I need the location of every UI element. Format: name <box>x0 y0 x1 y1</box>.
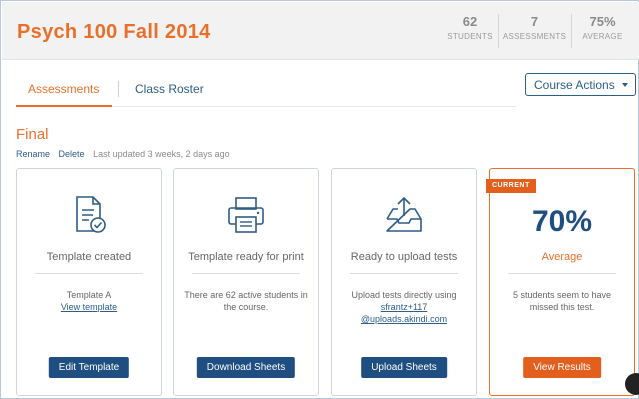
card-status: Template created <box>46 251 132 263</box>
template-name: Template A <box>66 290 112 300</box>
stat-students: 62 STUDENTS <box>444 14 496 48</box>
card-divider <box>35 273 143 274</box>
card-results: CURRENT 70% Average 5 students seem to h… <box>486 168 635 396</box>
card-template-created: Template created Template A View templat… <box>16 168 162 396</box>
card-status: Ready to upload tests <box>350 251 458 263</box>
upload-sheets-button[interactable]: Upload Sheets <box>361 357 447 378</box>
average-label: Average <box>541 251 583 263</box>
card-description: There are 62 active students in the cour… <box>184 290 308 312</box>
course-title: Psych 100 Fall 2014 <box>17 21 211 43</box>
assessment-meta: Rename Delete Last updated 3 weeks, 2 da… <box>16 149 230 159</box>
download-sheets-button[interactable]: Download Sheets <box>196 357 296 378</box>
card-description: Template A View template <box>27 289 151 313</box>
rename-link[interactable]: Rename <box>16 149 50 159</box>
tab-assessments[interactable]: Assessments <box>28 82 99 96</box>
course-actions-label: Course Actions <box>534 77 615 92</box>
view-results-button[interactable]: View Results <box>523 357 601 378</box>
stat-average-value: 75% <box>589 14 616 29</box>
document-check-icon <box>76 196 106 233</box>
app-frame: Psych 100 Fall 2014 62 STUDENTS 7 ASSESS… <box>0 0 639 399</box>
average-percent: 70% <box>531 205 593 238</box>
card-divider <box>350 273 458 274</box>
stat-average: 75% AVERAGE <box>571 14 633 48</box>
upload-instructions: Upload tests directly using <box>351 290 457 300</box>
stat-students-label: STUDENTS <box>447 32 493 41</box>
card-divider <box>508 273 616 274</box>
stat-assessments-value: 7 <box>530 14 539 29</box>
upload-tray-icon <box>386 196 422 232</box>
delete-link[interactable]: Delete <box>59 149 85 159</box>
card-ready-to-upload: Ready to upload tests Upload tests direc… <box>331 168 477 396</box>
stat-average-label: AVERAGE <box>582 32 623 41</box>
printer-icon <box>228 197 264 233</box>
stat-students-value: 62 <box>462 14 478 29</box>
assessment-title: Final <box>16 126 49 143</box>
course-actions-dropdown[interactable]: Course Actions <box>525 73 636 96</box>
current-badge: CURRENT <box>486 179 536 193</box>
tab-separator <box>118 81 119 97</box>
card-status: Template ready for print <box>188 251 304 263</box>
last-updated-text: Last updated 3 weeks, 2 days ago <box>93 149 230 159</box>
edit-template-button[interactable]: Edit Template <box>48 357 130 378</box>
card-ready-for-print: Template ready for print There are 62 ac… <box>173 168 319 396</box>
stat-assessments-label: ASSESSMENTS <box>502 32 567 41</box>
upload-email-domain: @uploads.akindi.com <box>360 314 448 324</box>
tab-class-roster[interactable]: Class Roster <box>135 82 204 96</box>
card-description: 5 students seem to have missed this test… <box>512 290 612 312</box>
stat-assessments: 7 ASSESSMENTS <box>498 14 570 48</box>
course-header: Psych 100 Fall 2014 62 STUDENTS 7 ASSESS… <box>2 2 639 60</box>
card-divider <box>192 273 300 274</box>
active-tab-indicator <box>16 105 112 107</box>
caret-down-icon <box>622 83 628 87</box>
upload-email-user: sfrantz+117 <box>380 302 428 312</box>
card-description: Upload tests directly using sfrantz+117 … <box>342 289 466 325</box>
upload-email-link[interactable]: sfrantz+117 @uploads.akindi.com <box>342 301 466 325</box>
view-template-link[interactable]: View template <box>27 301 151 313</box>
